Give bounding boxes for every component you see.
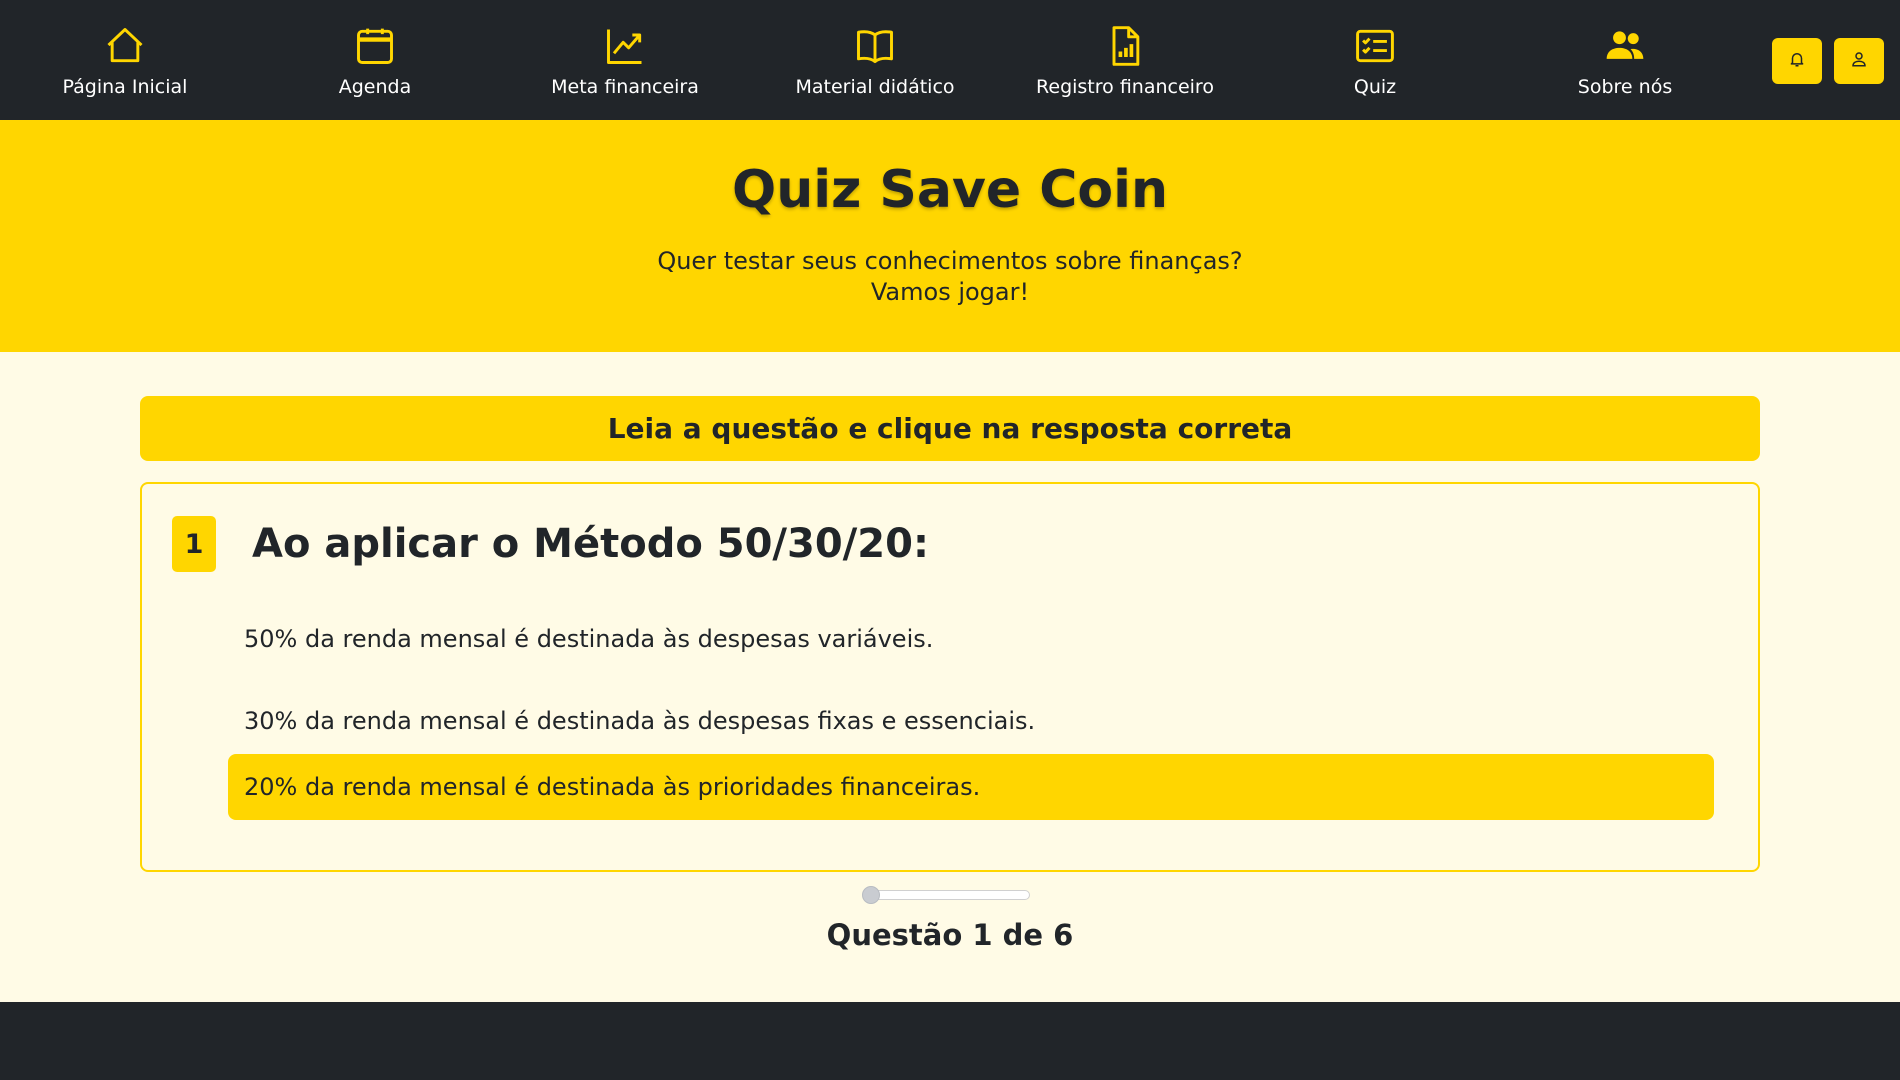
answer-option[interactable]: 20% da renda mensal é destinada às prior…	[228, 754, 1714, 820]
nav-item-label: Quiz	[1353, 76, 1397, 98]
nav-item-label: Material didático	[795, 76, 955, 98]
book-icon	[851, 22, 899, 70]
nav-item-sobre-nos[interactable]: Sobre nós	[1500, 0, 1750, 120]
nav-item-label: Página Inicial	[62, 76, 188, 98]
nav-item-label: Registro financeiro	[1036, 76, 1214, 98]
people-icon	[1601, 22, 1649, 70]
nav-item-pagina-inicial[interactable]: Página Inicial	[0, 0, 250, 120]
instruction-banner: Leia a questão e clique na resposta corr…	[140, 396, 1760, 461]
nav-item-quiz[interactable]: Quiz	[1250, 0, 1500, 120]
page-subtitle: Quer testar seus conhecimentos sobre fin…	[0, 246, 1900, 308]
file-chart-icon	[1101, 22, 1149, 70]
question-number-badge: 1	[172, 516, 216, 572]
chart-line-icon	[601, 22, 649, 70]
question-text: Ao aplicar o Método 50/30/20:	[252, 521, 929, 567]
nav-item-material-didatico[interactable]: Material didático	[750, 0, 1000, 120]
progress-slider[interactable]	[862, 886, 1030, 904]
subtitle-line-2: Vamos jogar!	[870, 278, 1030, 306]
home-icon	[101, 22, 149, 70]
nav-buttons	[1772, 38, 1884, 84]
checklist-icon	[1351, 22, 1399, 70]
nav-item-label: Sobre nós	[1577, 76, 1673, 98]
progress-label: Questão 1 de 6	[826, 918, 1074, 952]
nav-item-registro-financeiro[interactable]: Registro financeiro	[1000, 0, 1250, 120]
answer-option[interactable]: 50% da renda mensal é destinada às despe…	[228, 606, 1714, 672]
calendar-icon	[351, 22, 399, 70]
subtitle-line-1: Quer testar seus conhecimentos sobre fin…	[657, 247, 1243, 275]
hero-banner: Quiz Save Coin Quer testar seus conhecim…	[0, 120, 1900, 352]
progress-slider-thumb[interactable]	[862, 886, 880, 904]
nav-item-agenda[interactable]: Agenda	[250, 0, 500, 120]
nav-item-meta-financeira[interactable]: Meta financeira	[500, 0, 750, 120]
notifications-button[interactable]	[1772, 38, 1822, 84]
footer	[0, 1002, 1900, 1080]
top-navbar: Página Inicial Agenda Meta financeira Ma…	[0, 0, 1900, 120]
answer-option[interactable]: 30% da renda mensal é destinada às despe…	[228, 688, 1714, 754]
nav-items: Página Inicial Agenda Meta financeira Ma…	[0, 0, 1750, 120]
nav-item-label: Agenda	[338, 76, 412, 98]
page-title: Quiz Save Coin	[732, 160, 1168, 220]
nav-item-label: Meta financeira	[551, 76, 699, 98]
profile-button[interactable]	[1834, 38, 1884, 84]
bell-icon	[1788, 50, 1806, 72]
question-card: 1 Ao aplicar o Método 50/30/20: 50% da r…	[140, 482, 1760, 872]
user-icon	[1850, 50, 1868, 72]
